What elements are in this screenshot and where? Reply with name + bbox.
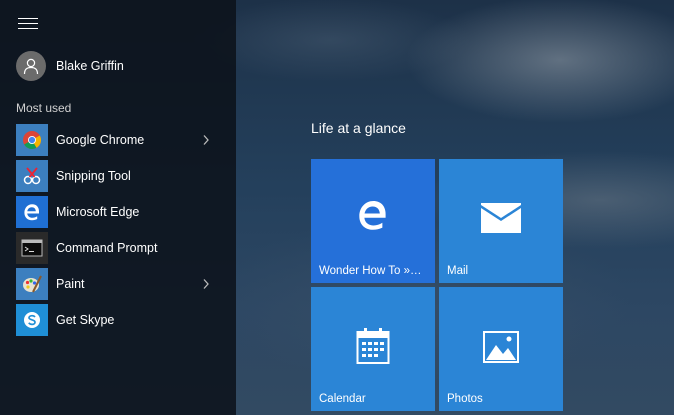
app-label: Google Chrome (56, 133, 145, 147)
chevron-right-icon[interactable] (202, 277, 210, 295)
hamburger-menu-icon[interactable] (18, 18, 38, 32)
calendar-icon (311, 327, 435, 365)
app-item-paint[interactable]: Paint (16, 266, 226, 302)
avatar (16, 51, 46, 81)
app-label: Command Prompt (56, 241, 158, 255)
app-item-microsoft-edge[interactable]: Microsoft Edge (16, 194, 226, 230)
tile-calendar[interactable]: Calendar (311, 287, 435, 411)
start-menu-left-pane: Blake Griffin Most used Google Chrome Sn… (0, 0, 236, 415)
tile-label: Wonder How To »… (319, 265, 422, 277)
tile-wonder-how-to[interactable]: Wonder How To »… (311, 159, 435, 283)
app-label: Get Skype (56, 313, 115, 327)
tile-group-title: Life at a glance (311, 120, 406, 136)
photos-icon (439, 331, 563, 363)
snipping-tool-icon (16, 160, 48, 192)
tile-label: Photos (447, 393, 483, 405)
app-label: Microsoft Edge (56, 205, 140, 219)
app-item-get-skype[interactable]: Get Skype (16, 302, 226, 338)
tile-label: Mail (447, 265, 469, 277)
edge-icon (311, 197, 435, 233)
chrome-icon (16, 124, 48, 156)
tile-label: Calendar (319, 393, 366, 405)
most-used-heading: Most used (16, 101, 72, 115)
tile-mail[interactable]: Mail (439, 159, 563, 283)
chevron-right-icon[interactable] (202, 133, 210, 151)
app-label: Snipping Tool (56, 169, 131, 183)
user-account-button[interactable]: Blake Griffin (16, 50, 124, 82)
user-icon (23, 58, 39, 75)
most-used-list: Google Chrome Snipping Tool Microsoft Ed… (16, 122, 226, 338)
paint-icon (16, 268, 48, 300)
mail-icon (439, 203, 563, 233)
user-name: Blake Griffin (56, 59, 124, 73)
edge-icon (16, 196, 48, 228)
app-item-snipping-tool[interactable]: Snipping Tool (16, 158, 226, 194)
app-label: Paint (56, 277, 85, 291)
app-item-command-prompt[interactable]: Command Prompt (16, 230, 226, 266)
app-item-google-chrome[interactable]: Google Chrome (16, 122, 226, 158)
tile-photos[interactable]: Photos (439, 287, 563, 411)
skype-icon (16, 304, 48, 336)
command-prompt-icon (16, 232, 48, 264)
